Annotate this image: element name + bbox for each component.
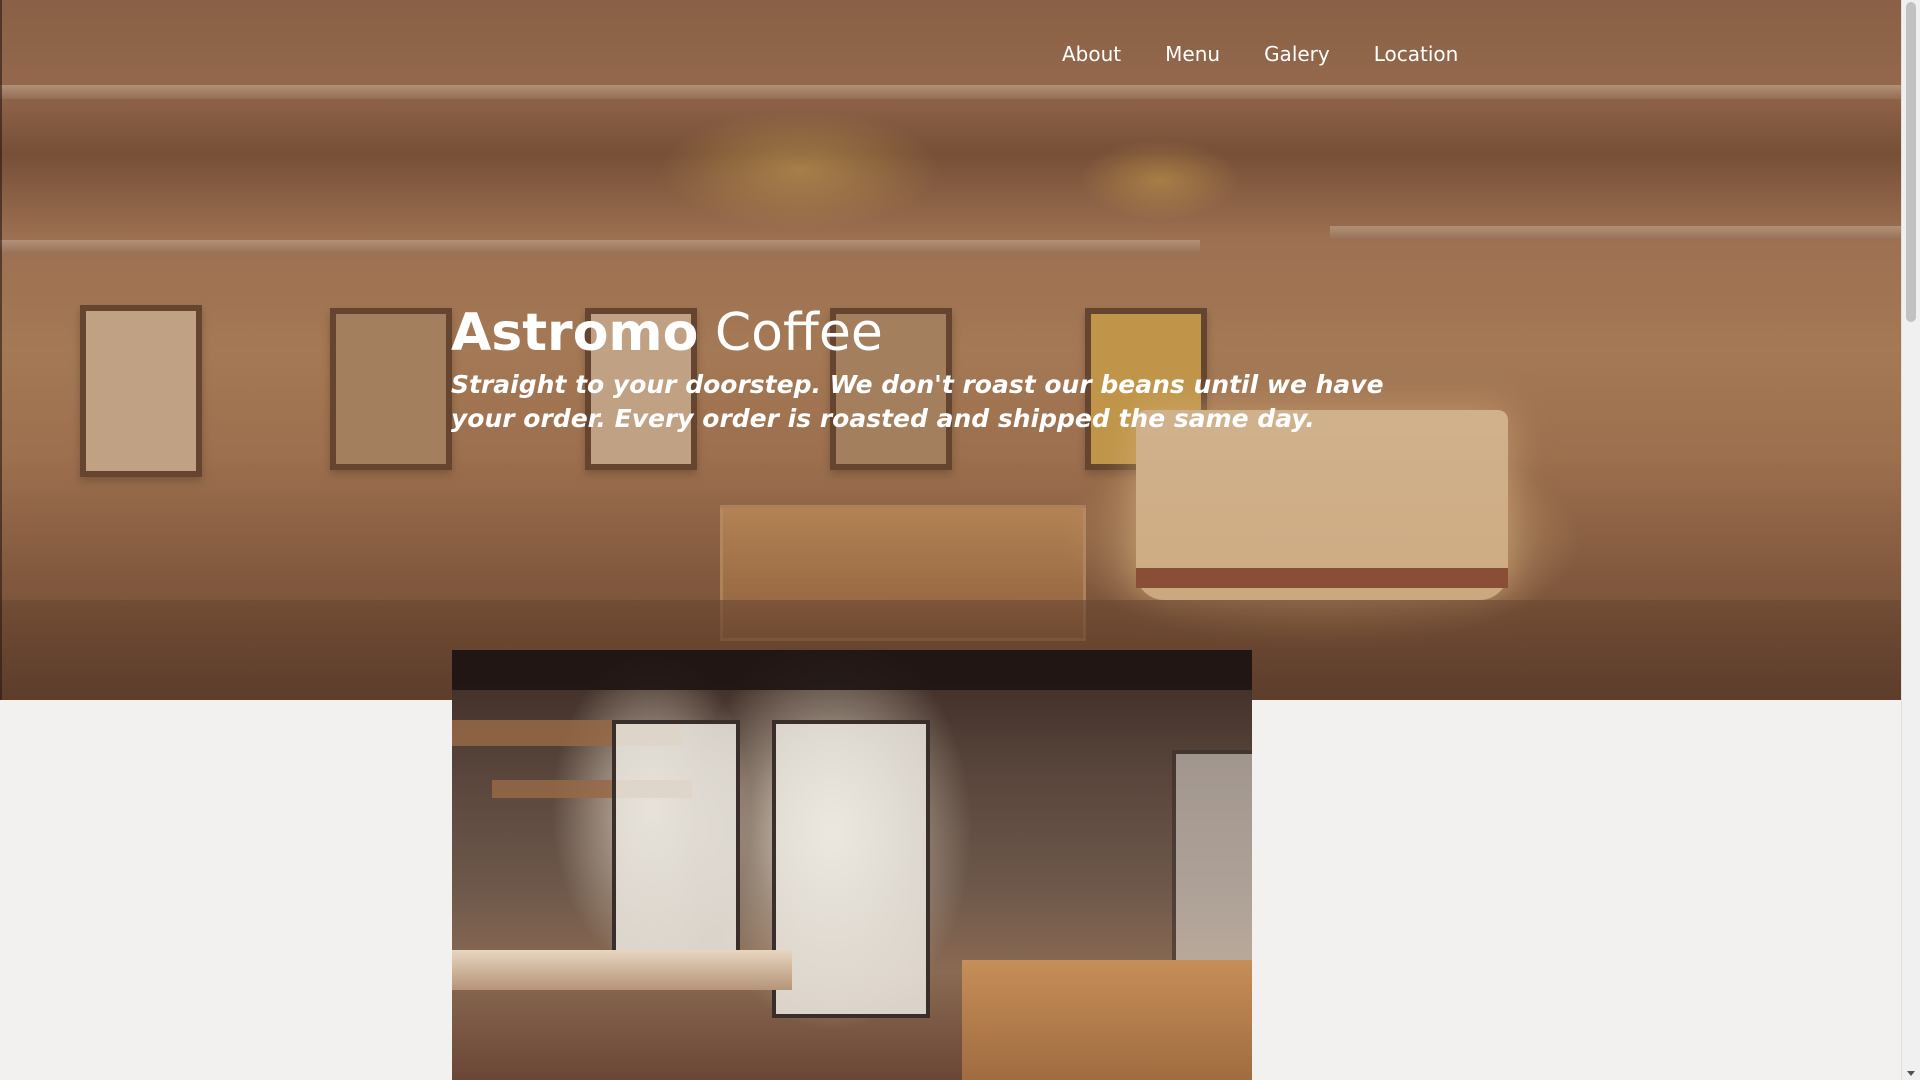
nav-link-location[interactable]: Location [1352,38,1481,70]
site-title: Astromo Coffee [451,298,1431,368]
photo-table [962,960,1252,1080]
hero-banner: About Menu Galery Location Astromo Coffe… [0,0,1902,700]
main-navigation: About Menu Galery Location [1040,38,1480,70]
site-title-light: Coffee [714,303,883,363]
site-title-bold: Astromo [451,303,699,363]
nav-link-galery[interactable]: Galery [1242,38,1352,70]
cafe-interior-photo [452,650,1252,1080]
photo-beam [452,650,1252,690]
photo-window [612,720,740,988]
photo-window [772,720,930,1018]
photo-table [452,950,792,990]
nav-link-about[interactable]: About [1040,38,1143,70]
hero-text-block: Astromo Coffee Straight to your doorstep… [451,298,1431,436]
chevron-down-icon[interactable] [1907,1071,1915,1076]
photo-window [1172,750,1252,988]
scrollbar-thumb[interactable] [1906,2,1916,322]
hero-left-edge [0,0,2,700]
hero-tagline: Straight to your doorstep. We don't roas… [451,370,1384,433]
nav-link-menu[interactable]: Menu [1143,38,1242,70]
page-scrollbar[interactable] [1901,0,1920,1080]
